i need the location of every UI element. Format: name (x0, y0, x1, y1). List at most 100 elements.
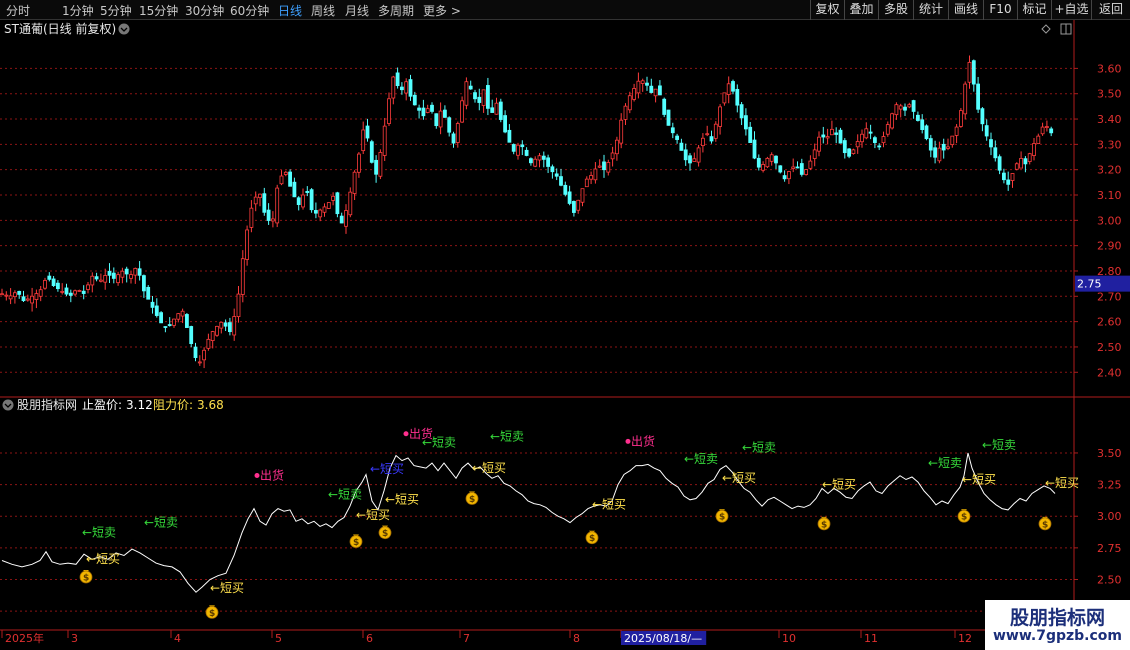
candle-body (447, 117, 452, 133)
price-axis-tick-label: 2.90 (1097, 240, 1122, 253)
candle-body (924, 125, 929, 140)
indicator-menu-button[interactable] (2, 399, 14, 411)
candle-body (670, 127, 675, 134)
candle-body (959, 110, 963, 127)
diamond-icon[interactable] (1041, 24, 1051, 34)
candle-body (615, 139, 619, 155)
tool-button-f10[interactable]: F10 (983, 0, 1017, 20)
candle-body (318, 209, 323, 218)
period-tab-weekly[interactable]: 周线 (311, 2, 335, 19)
candle-body (107, 270, 112, 276)
candle-body (580, 188, 585, 203)
price-axis-tick-label: 3.60 (1097, 62, 1122, 75)
candle-body (270, 218, 275, 222)
title-menu-button[interactable] (118, 23, 130, 35)
candle-body (778, 165, 783, 173)
period-tab-60min[interactable]: 60分钟 (230, 2, 269, 19)
candle-body (369, 141, 374, 163)
exit-label: 出货 (260, 468, 284, 483)
period-tab-more[interactable]: 更多 > (423, 2, 461, 19)
indicator-annotations: ←短卖←短卖←短买←短买出货←短卖←短买←短买←短买出货←短卖 ←短卖←短买出货←… (82, 426, 1079, 595)
stock-title: ST通葡(日线 前复权) (4, 21, 116, 36)
candle-body (503, 115, 508, 133)
candle-body (309, 189, 314, 211)
indicator-markers: $ $ $ $ $ $ $ $ $ $ (79, 491, 1052, 619)
tool-button-stats[interactable]: 统计 (913, 0, 948, 20)
candle-body (103, 275, 108, 283)
candle-body (907, 104, 912, 108)
candle-body (137, 268, 142, 276)
candle-body (1019, 158, 1023, 169)
candle-body (993, 147, 998, 159)
candle-body (245, 229, 250, 260)
tool-button-back[interactable]: 返回 (1091, 0, 1130, 20)
money-bag-symbol: $ (589, 534, 595, 544)
money-bag-symbol: $ (469, 495, 475, 505)
candle-body (150, 301, 155, 308)
money-bag-symbol: $ (1042, 520, 1048, 530)
candle-body (8, 295, 13, 300)
candle-body (756, 157, 761, 168)
candle-body (30, 295, 35, 304)
candle-body (825, 136, 830, 139)
candle-body (662, 98, 667, 115)
tool-button-overlay[interactable]: 叠加 (844, 0, 878, 20)
candle-body (554, 173, 559, 177)
money-bag-icon: $ (817, 516, 831, 530)
candle-body (283, 171, 288, 175)
short-sell-label: ←短卖 (684, 452, 718, 466)
period-tab-multi[interactable]: 多周期 (378, 2, 414, 19)
period-tab-timeshare[interactable]: 分时 (6, 2, 30, 19)
candle-body (649, 85, 654, 93)
candle-body (541, 155, 546, 160)
candle-body (408, 79, 413, 97)
period-tab-30min[interactable]: 30分钟 (185, 2, 224, 19)
money-bag-symbol: $ (353, 538, 359, 548)
candle-body (249, 207, 254, 228)
current-price-tag: 2.75 (1075, 275, 1130, 292)
candle-body (494, 102, 499, 115)
candle-body (838, 129, 843, 144)
candle-body (215, 325, 219, 336)
indicator-axis-tick-label: 2.75 (1097, 542, 1122, 555)
candle-body (86, 284, 90, 290)
candle-body (17, 290, 22, 295)
candle-body (563, 184, 568, 195)
short-buy-label: ←短买 (370, 462, 404, 476)
resistance-value: 3.68 (197, 398, 224, 412)
tool-button-draw[interactable]: 画线 (948, 0, 983, 20)
tool-button-multistock[interactable]: 多股 (878, 0, 913, 20)
time-axis-label: 6 (366, 632, 373, 645)
current-price-value: 2.75 (1077, 278, 1102, 291)
candle-body (769, 154, 774, 162)
time-axis-label: 5 (275, 632, 282, 645)
candle-body (559, 176, 563, 186)
money-bag-icon: $ (349, 534, 363, 548)
candle-body (567, 191, 572, 204)
candle-body (946, 146, 950, 149)
candle-body (266, 209, 271, 221)
candle-body (589, 175, 593, 180)
period-tab-1min[interactable]: 1分钟 (62, 2, 94, 19)
candle-body (787, 171, 791, 180)
price-axis-tick-label: 3.10 (1097, 189, 1122, 202)
period-tab-daily[interactable]: 日线 (278, 2, 302, 19)
period-tab-monthly[interactable]: 月线 (345, 2, 369, 19)
period-tab-5min[interactable]: 5分钟 (100, 2, 132, 19)
time-axis-label: 2025年 (5, 631, 44, 645)
tool-button-add-watchlist[interactable]: +自选 (1051, 0, 1091, 20)
candle-body (507, 129, 512, 143)
candle-body (288, 171, 293, 187)
watermark: 股朋指标网 www.7gpzb.com (985, 600, 1130, 650)
period-tab-15min[interactable]: 15分钟 (139, 2, 178, 19)
candle-body (184, 314, 189, 328)
candle-body (468, 85, 473, 90)
candle-body (546, 157, 550, 167)
candle-body (726, 83, 731, 95)
candle-body (313, 210, 318, 214)
tool-button-adjust[interactable]: 复权 (810, 0, 844, 20)
tool-button-mark[interactable]: 标记 (1017, 0, 1051, 20)
short-buy-label: ←短买 (822, 477, 856, 491)
candle-body (159, 312, 164, 324)
exit-label: 出货 (631, 433, 655, 448)
